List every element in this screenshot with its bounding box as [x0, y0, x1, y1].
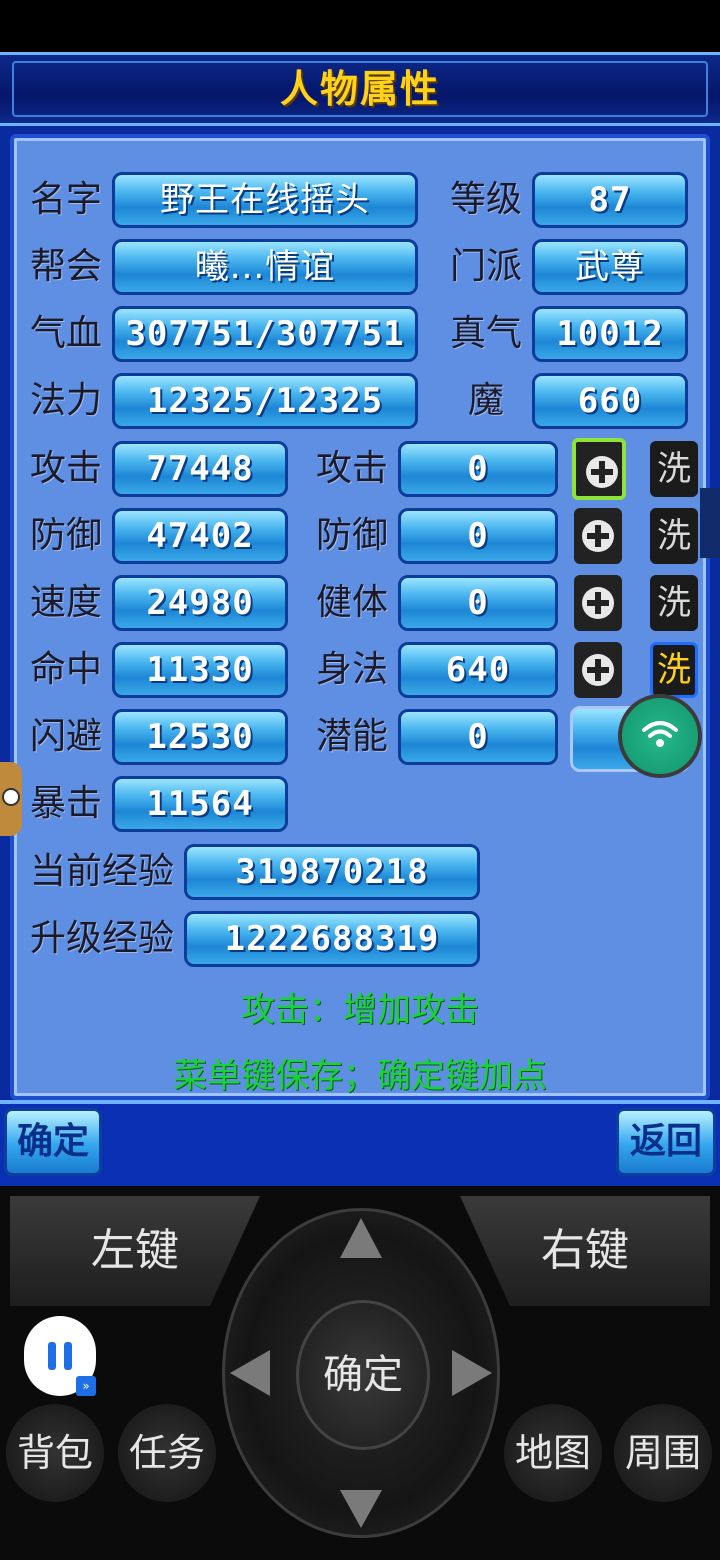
right-arrow-icon — [452, 1350, 492, 1396]
defense-points-field: 0 — [398, 508, 558, 564]
mana-label: 法力 — [30, 380, 103, 421]
name-field: 野王在线摇头 — [112, 172, 418, 228]
crit-field: 11564 — [112, 776, 288, 832]
accuracy-field: 11330 — [112, 642, 288, 698]
defense-wash-button[interactable]: 洗 — [650, 508, 698, 564]
status-bar — [0, 0, 720, 52]
fast-forward-icon: » — [76, 1376, 96, 1396]
crit-label: 暴击 — [30, 783, 103, 824]
sect-field: 武尊 — [532, 239, 688, 295]
potential-label: 潜能 — [316, 716, 389, 757]
hp-label: 气血 — [30, 313, 103, 354]
guild-field: 曦...情谊 — [112, 239, 418, 295]
up-arrow-icon — [340, 1218, 382, 1258]
hp-field: 307751/307751 — [112, 306, 418, 362]
dodge-label: 闪避 — [30, 716, 103, 757]
accuracy-label: 命中 — [30, 649, 103, 690]
qi-field: 10012 — [532, 306, 688, 362]
down-arrow-icon — [340, 1490, 382, 1528]
agility-plus-button[interactable] — [574, 642, 622, 698]
plus-icon — [582, 587, 614, 619]
plus-icon — [582, 654, 614, 686]
hint-line-2: 菜单键保存；确定键加点 — [173, 1056, 547, 1096]
back-button[interactable]: 返回 — [616, 1108, 716, 1176]
speed-field: 24980 — [112, 575, 288, 631]
hint-line-1: 攻击：增加攻击 — [241, 990, 479, 1030]
next-exp-label: 升级经验 — [30, 918, 175, 959]
fitness-wash-button[interactable]: 洗 — [650, 575, 698, 631]
mana-field: 12325/12325 — [112, 373, 418, 429]
pause-icon — [48, 1342, 56, 1370]
speed-label: 速度 — [30, 582, 103, 623]
attack-points-label: 攻击 — [316, 448, 389, 489]
magic-label: 魔 — [468, 380, 505, 421]
plus-icon — [586, 456, 618, 488]
wifi-icon[interactable] — [618, 694, 702, 778]
defense-field: 47402 — [112, 508, 288, 564]
attack-field: 77448 — [112, 441, 288, 497]
agility-label: 身法 — [316, 649, 389, 690]
fitness-plus-button[interactable] — [574, 575, 622, 631]
bag-button[interactable]: 背包 — [6, 1404, 104, 1502]
agility-field: 640 — [398, 642, 558, 698]
attack-points-field: 0 — [398, 441, 558, 497]
dodge-field: 12530 — [112, 709, 288, 765]
defense-points-label: 防御 — [316, 515, 389, 556]
confirm-button[interactable]: 确定 — [4, 1108, 102, 1176]
attack-wash-button[interactable]: 洗 — [650, 441, 698, 497]
pause-float-button[interactable]: » — [24, 1316, 96, 1396]
guild-label: 帮会 — [30, 246, 103, 287]
center-ok-button[interactable]: 确定 — [296, 1300, 430, 1450]
side-handle[interactable] — [700, 488, 720, 558]
next-exp-field: 1222688319 — [184, 911, 480, 967]
around-button[interactable]: 周围 — [614, 1404, 712, 1502]
attack-label: 攻击 — [30, 448, 103, 489]
fitness-field: 0 — [398, 575, 558, 631]
sect-label: 门派 — [450, 246, 523, 287]
mascot-avatar[interactable] — [0, 762, 22, 836]
current-exp-label: 当前经验 — [30, 851, 175, 892]
potential-field: 0 — [398, 709, 558, 765]
qi-label: 真气 — [450, 313, 523, 354]
fitness-label: 健体 — [316, 582, 389, 623]
task-button[interactable]: 任务 — [118, 1404, 216, 1502]
defense-plus-button[interactable] — [574, 508, 622, 564]
level-label: 等级 — [450, 179, 523, 220]
action-bar — [0, 1100, 720, 1186]
name-label: 名字 — [30, 179, 103, 220]
page-title: 人物属性 — [279, 67, 440, 111]
current-exp-field: 319870218 — [184, 844, 480, 900]
map-button[interactable]: 地图 — [504, 1404, 602, 1502]
level-field: 87 — [532, 172, 688, 228]
left-arrow-icon — [230, 1350, 270, 1396]
wifi-glyph — [642, 721, 678, 747]
magic-field: 660 — [532, 373, 688, 429]
plus-icon — [582, 520, 614, 552]
defense-label: 防御 — [30, 515, 103, 556]
agility-wash-button[interactable]: 洗 — [650, 642, 698, 698]
attack-plus-button[interactable] — [572, 438, 626, 500]
